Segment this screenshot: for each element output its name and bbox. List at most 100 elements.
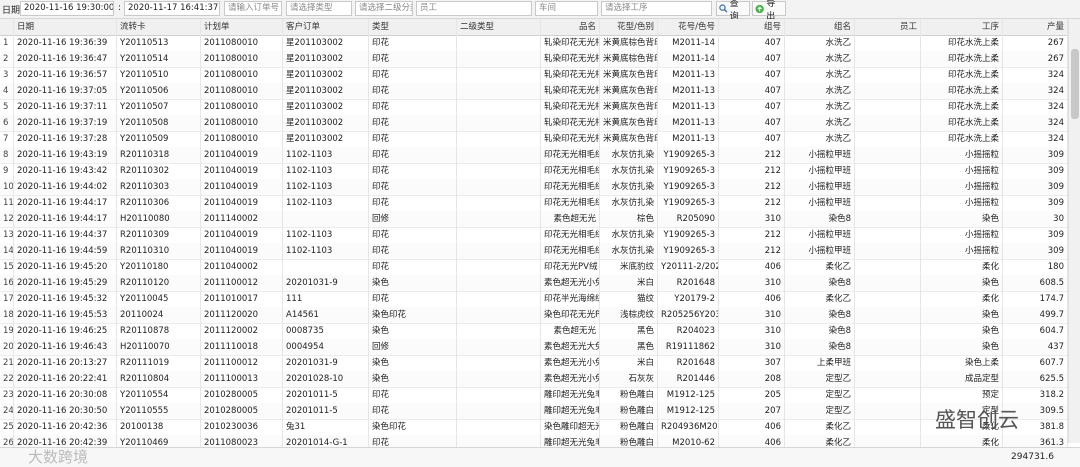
cell-customer-order: 星201103002 — [283, 99, 369, 115]
table-row[interactable]: 8 2020-11-16 19:43:19 R20110318 2011040019 1… — [0, 147, 1068, 164]
cell-date: 2020-11-16 19:45:29 — [14, 275, 117, 291]
cell-group-no: 407 — [719, 35, 785, 51]
cell-customer-order: 1102-1103 — [283, 147, 369, 163]
table-row[interactable]: 13 2020-11-16 19:44:37 R20110309 2011040019… — [0, 227, 1068, 244]
workshop-select[interactable]: 车间 — [535, 1, 598, 16]
table-row[interactable]: 20 2020-11-16 19:46:43 H20110070 2011110018… — [0, 339, 1068, 356]
table-row[interactable]: 12 2020-11-16 19:44:17 H20110080 2011140002… — [0, 211, 1068, 228]
column-header-pattern-color[interactable]: 花型/色别 — [600, 19, 658, 35]
table-row[interactable]: 24 2020-11-16 20:30:50 Y20110555 2010280005… — [0, 403, 1068, 420]
column-header-type[interactable]: 类型 — [369, 19, 457, 35]
cell-date: 2020-11-16 19:46:43 — [14, 339, 117, 355]
table-row[interactable]: 9 2020-11-16 19:43:42 R20110302 2011040019 1… — [0, 163, 1068, 180]
table-row[interactable]: 23 2020-11-16 20:30:08 Y20110554 2010280005… — [0, 387, 1068, 404]
table-row[interactable]: 18 2020-11-16 19:45:53 20110024 2011120020 A… — [0, 307, 1068, 324]
table-row[interactable]: 21 2020-11-16 20:13:27 R20111019 2011100012… — [0, 355, 1068, 372]
cell-output: 174.7 — [1003, 291, 1068, 307]
cell-row-number: 16 — [0, 275, 14, 291]
column-header-customer-order[interactable]: 客户订单 — [283, 19, 369, 35]
table-row[interactable]: 16 2020-11-16 19:45:29 R20110120 2011100012… — [0, 275, 1068, 292]
employee-select[interactable]: 员工 — [416, 1, 532, 16]
cell-flow-card: R20110306 — [117, 195, 201, 211]
cell-pattern-no: R201648 — [658, 355, 719, 371]
table-row[interactable]: 19 2020-11-16 19:46:25 R20110878 2011120002… — [0, 323, 1068, 340]
table-row[interactable]: 14 2020-11-16 19:44:59 R20110310 2011040019… — [0, 243, 1068, 260]
column-header-plan-sheet[interactable]: 计划单 — [201, 19, 283, 35]
column-header-process[interactable]: 工序 — [921, 19, 1003, 35]
cell-group-no: 407 — [719, 131, 785, 147]
table-row[interactable]: 5 2020-11-16 19:37:11 Y20110507 2011080010 星… — [0, 99, 1068, 116]
export-button[interactable]: 导出 — [752, 0, 786, 22]
cell-row-number: 3 — [0, 67, 14, 83]
column-header-output[interactable]: 产量 — [1003, 19, 1068, 35]
cell-pattern-no: Y20111-2/2020 — [658, 259, 719, 275]
cell-pattern-color: 米黄底灰色背印 — [600, 67, 658, 83]
date-from-input[interactable]: 2020-11-16 19:30:00 — [20, 1, 114, 16]
scrollbar-thumb[interactable] — [1071, 49, 1079, 119]
cell-pattern-color: 水灰仿扎染 — [600, 243, 658, 259]
table-row[interactable]: 7 2020-11-16 19:37:28 Y20110509 2011080010 星… — [0, 131, 1068, 148]
cell-row-number: 9 — [0, 163, 14, 179]
cell-process: 预定 — [921, 387, 1003, 403]
cell-group-no: 310 — [719, 323, 785, 339]
column-header-group-no[interactable]: 组号 — [719, 19, 785, 35]
cell-sub-type — [457, 131, 541, 147]
table-row[interactable]: 6 2020-11-16 19:37:19 Y20110508 2011080010 星… — [0, 115, 1068, 132]
table-row[interactable]: 15 2020-11-16 19:45:20 Y20110180 2011040002… — [0, 259, 1068, 276]
cell-plan-sheet: 2011120002 — [201, 323, 283, 339]
table-row[interactable]: 10 2020-11-16 19:44:02 R20110303 2011040019… — [0, 179, 1068, 196]
query-button[interactable]: 查询 — [716, 0, 750, 22]
cell-process: 印花水洗上柔 — [921, 83, 1003, 99]
type-select[interactable]: 请选择类型 — [286, 1, 352, 16]
cell-group-no: 212 — [719, 179, 785, 195]
cell-type: 印花 — [369, 259, 457, 275]
subtype-select[interactable]: 请选择二级分类 — [355, 1, 413, 16]
column-header-sub-type[interactable]: 二级类型 — [457, 19, 541, 35]
column-header-row-number[interactable] — [0, 19, 14, 35]
column-header-group-name[interactable]: 组名 — [785, 19, 855, 35]
cell-group-name: 小摇粒甲班 — [785, 147, 855, 163]
cell-group-name: 定型乙 — [785, 387, 855, 403]
cell-type: 染色 — [369, 323, 457, 339]
cell-employee — [855, 243, 921, 259]
cell-output: 267 — [1003, 35, 1068, 51]
column-header-flow-card[interactable]: 流转卡 — [117, 19, 201, 35]
cell-plan-sheet: 2011080010 — [201, 83, 283, 99]
table-row[interactable]: 11 2020-11-16 19:44:17 R20110306 2011040019… — [0, 195, 1068, 212]
cell-group-name: 水洗乙 — [785, 83, 855, 99]
cell-group-no: 407 — [719, 51, 785, 67]
cell-product-name: 印花无光相毛绒 — [541, 195, 600, 211]
cell-customer-order: 星201103002 — [283, 67, 369, 83]
cell-group-name: 柔化乙 — [785, 259, 855, 275]
date-to-input[interactable]: 2020-11-17 16:41:37 — [124, 1, 220, 16]
column-header-date[interactable]: 日期 — [14, 19, 117, 35]
cell-type: 染色 — [369, 355, 457, 371]
cell-group-name: 定型乙 — [785, 371, 855, 387]
column-header-employee[interactable]: 员工 — [855, 19, 921, 35]
cell-date: 2020-11-16 19:45:20 — [14, 259, 117, 275]
order-input[interactable]: 请输入订单号 — [224, 1, 282, 16]
table-row[interactable]: 25 2020-11-16 20:42:36 20100138 2010230036 兔… — [0, 419, 1068, 436]
column-header-pattern-no[interactable]: 花号/色号 — [658, 19, 719, 35]
cell-plan-sheet: 2011110018 — [201, 339, 283, 355]
vertical-scrollbar[interactable] — [1068, 19, 1080, 443]
process-select[interactable]: 请选择工序 — [601, 1, 712, 16]
cell-date: 2020-11-16 20:22:41 — [14, 371, 117, 387]
cell-pattern-no: Y1909265-3 — [658, 195, 719, 211]
cell-output: 309 — [1003, 243, 1068, 259]
cell-employee — [855, 195, 921, 211]
table-row[interactable]: 17 2020-11-16 19:45:32 Y20110045 2011010017… — [0, 291, 1068, 308]
table-row[interactable]: 2 2020-11-16 19:36:47 Y20110514 2011080010 星… — [0, 51, 1068, 68]
cell-date: 2020-11-16 19:36:57 — [14, 67, 117, 83]
cell-plan-sheet: 2011080010 — [201, 67, 283, 83]
cell-type: 印花 — [369, 35, 457, 51]
table-row[interactable]: 22 2020-11-16 20:22:41 R20110804 2011100013… — [0, 371, 1068, 388]
cell-process: 成品定型 — [921, 371, 1003, 387]
cell-employee — [855, 131, 921, 147]
column-header-product-name[interactable]: 品名 — [541, 19, 600, 35]
cell-flow-card: R20110310 — [117, 243, 201, 259]
cell-sub-type — [457, 371, 541, 387]
table-row[interactable]: 3 2020-11-16 19:36:57 Y20110510 2011080010 星… — [0, 67, 1068, 84]
table-row[interactable]: 1 2020-11-16 19:36:39 Y20110513 2011080010 星… — [0, 35, 1068, 52]
table-row[interactable]: 4 2020-11-16 19:37:05 Y20110506 2011080010 星… — [0, 83, 1068, 100]
